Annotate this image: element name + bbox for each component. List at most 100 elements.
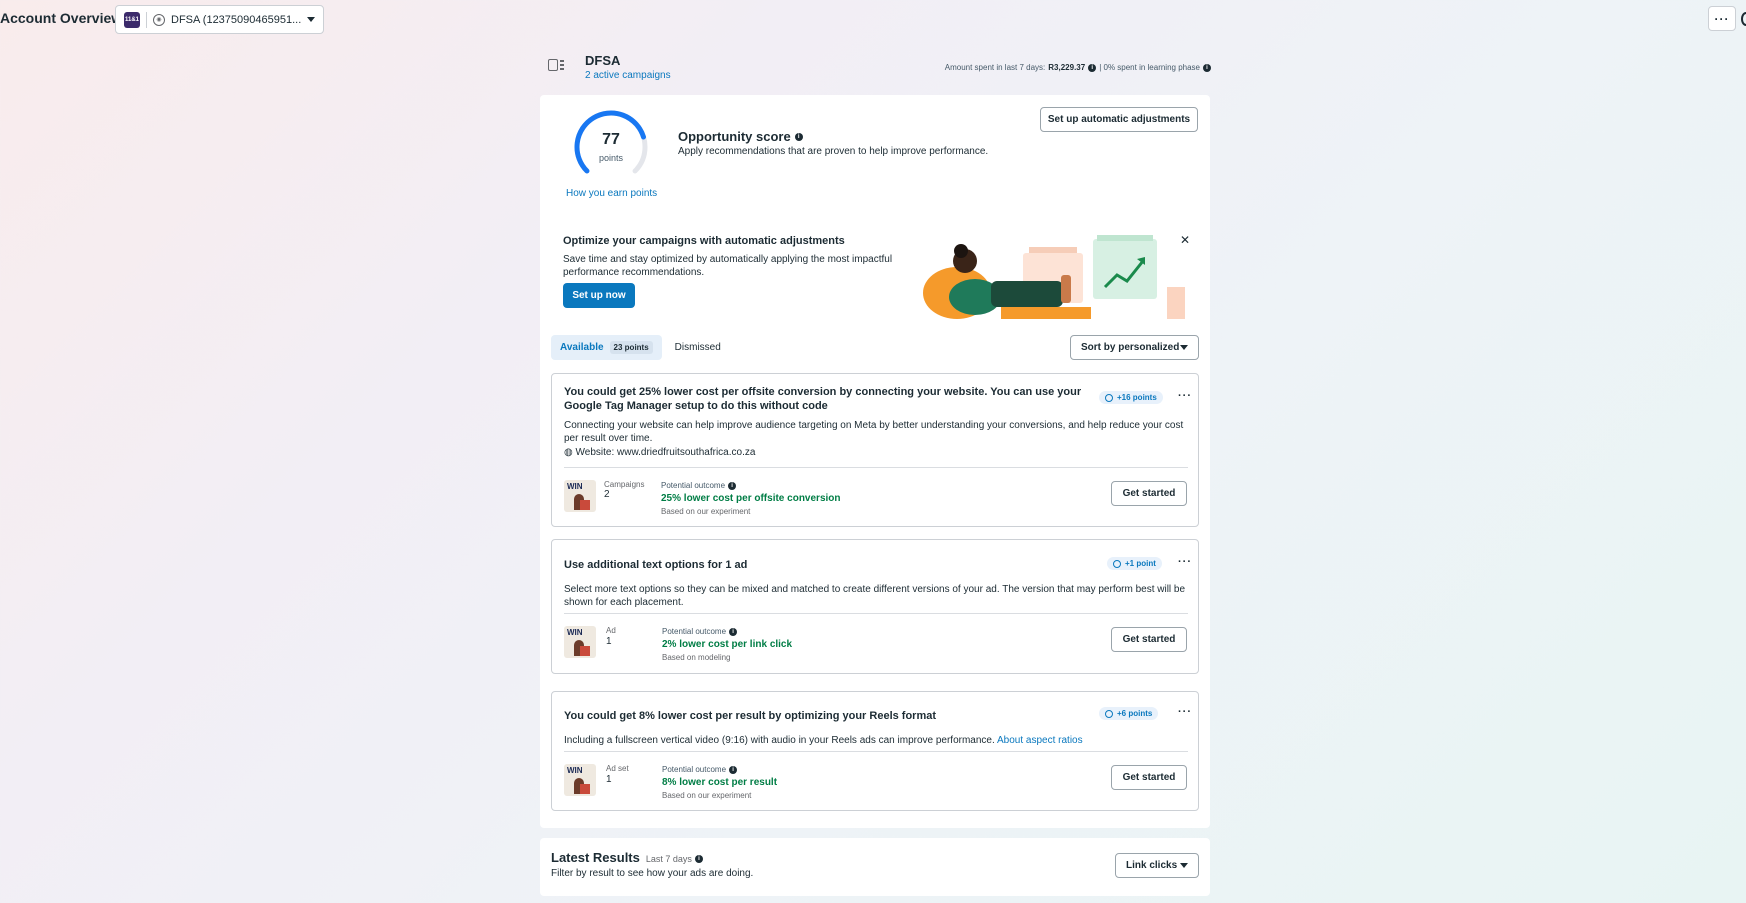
points-icon: [1105, 709, 1113, 718]
active-campaigns-link[interactable]: 2 active campaigns: [585, 70, 671, 81]
chevron-down-icon: [307, 17, 315, 22]
opportunity-score-description: Apply recommendations that are proven to…: [678, 146, 989, 157]
globe-icon: ◍: [564, 447, 573, 458]
results-period-label: Last 7 days: [645, 854, 692, 864]
card-more-options-button[interactable]: ···: [1178, 706, 1192, 718]
recommendation-title: You could get 25% lower cost per offsite…: [564, 386, 1082, 412]
set-up-now-button[interactable]: Set up now: [563, 283, 635, 308]
spend-label: Amount spent in last 7 days:: [944, 63, 1046, 72]
learning-phase-text: | 0% spent in learning phase: [1099, 63, 1200, 72]
ad-thumbnail: WIN: [564, 480, 596, 512]
meta-value: 1: [606, 636, 612, 647]
thumbnail-text: WIN: [567, 628, 583, 637]
divider: [564, 467, 1188, 468]
get-started-button[interactable]: Get started: [1111, 481, 1187, 506]
banner-title: Optimize your campaigns with automatic a…: [563, 235, 845, 247]
outcome-basis: Based on our experiment: [662, 791, 752, 800]
outcome-label: Potential outcome: [662, 765, 727, 774]
opportunity-score-title: Opportunity score i: [678, 129, 803, 144]
ad-thumbnail: WIN: [564, 764, 596, 796]
how-you-earn-points-link[interactable]: How you earn points: [566, 188, 657, 199]
info-icon[interactable]: i: [694, 855, 703, 863]
outcome-label: Potential outcome: [661, 481, 726, 490]
meta-label: Ad set: [606, 764, 629, 773]
potential-outcome-label: Potential outcome i: [661, 481, 737, 490]
info-icon[interactable]: i: [729, 627, 738, 636]
meta-label: Ad: [606, 626, 616, 635]
spend-summary: Amount spent in last 7 days: R3,229.37 i…: [945, 63, 1211, 72]
recommendation-description: Select more text options so they can be …: [564, 584, 1186, 608]
latest-results-panel: Latest Results Last 7 days i Filter by r…: [540, 838, 1210, 896]
recommendation-card: You could get 25% lower cost per offsite…: [551, 373, 1199, 527]
opportunity-score-label: Opportunity score: [678, 129, 791, 144]
more-options-button[interactable]: ···: [1708, 6, 1736, 31]
recommendation-title: Use additional text options for 1 ad: [564, 559, 748, 571]
spend-value: R3,229.37: [1048, 63, 1086, 72]
account-logo: 11&1: [124, 11, 140, 28]
sort-label: Sort by personalized: [1081, 342, 1180, 353]
potential-outcome-value: 2% lower cost per link click: [662, 639, 793, 650]
outcome-basis: Based on our experiment: [661, 507, 751, 516]
meta-value: 2: [604, 489, 610, 500]
card-more-options-button[interactable]: ···: [1178, 556, 1192, 568]
sort-dropdown[interactable]: Sort by personalized: [1070, 335, 1199, 360]
info-icon[interactable]: i: [728, 481, 737, 490]
account-list-icon: [548, 59, 564, 71]
chevron-down-icon: [1180, 863, 1188, 868]
divider: [564, 751, 1188, 752]
tab-dismissed[interactable]: Dismissed: [666, 335, 730, 360]
outcome-basis: Based on modeling: [662, 653, 731, 662]
recommendation-description: Including a fullscreen vertical video (9…: [564, 734, 1188, 747]
potential-outcome-value: 8% lower cost per result: [662, 777, 778, 788]
potential-outcome-value: 25% lower cost per offsite conversion: [661, 493, 841, 504]
tab-available[interactable]: Available 23 points: [551, 335, 662, 360]
set-up-automatic-adjustments-button[interactable]: Set up automatic adjustments: [1040, 107, 1198, 132]
results-period: Last 7 days i: [646, 854, 703, 864]
points-icon: [1113, 559, 1121, 568]
automatic-adjustments-banner: Optimize your campaigns with automatic a…: [551, 221, 1199, 319]
divider: [564, 613, 1188, 614]
divider: [146, 11, 147, 28]
points-badge: +6 points: [1099, 707, 1159, 720]
potential-outcome-label: Potential outcome i: [662, 765, 738, 774]
meta-value: 1: [606, 774, 612, 785]
recommendation-description-text: Including a fullscreen vertical video (9…: [564, 735, 995, 746]
info-icon[interactable]: i: [729, 765, 738, 774]
latest-results-label: Latest Results: [551, 850, 640, 865]
recommendation-tabs: Available 23 points Dismissed: [551, 335, 730, 360]
account-name: DFSA: [585, 53, 621, 68]
result-filter-dropdown[interactable]: Link clicks: [1115, 853, 1199, 878]
top-bar: Account Overview 11&1 ◉ DFSA (1237509046…: [0, 0, 1746, 38]
points-label: +1 point: [1125, 559, 1156, 568]
points-label: +6 points: [1117, 709, 1153, 718]
info-icon[interactable]: i: [1088, 63, 1097, 72]
website-line: ◍ Website: www.driedfruitsouthafrica.co.…: [564, 446, 1188, 459]
tab-available-label: Available: [560, 342, 604, 353]
info-icon[interactable]: i: [794, 132, 803, 141]
get-started-button[interactable]: Get started: [1111, 765, 1187, 790]
info-icon[interactable]: i: [1203, 63, 1211, 72]
recommendations-panel: 77 points How you earn points Opportunit…: [540, 95, 1210, 828]
about-aspect-ratios-link[interactable]: About aspect ratios: [997, 735, 1083, 746]
page-title: Account Overview: [0, 10, 123, 26]
help-icon[interactable]: [1741, 12, 1746, 26]
score-unit: points: [598, 153, 624, 163]
account-selector[interactable]: 11&1 ◉ DFSA (12375090465951...: [115, 5, 324, 34]
recommendation-card: You could get 8% lower cost per result b…: [551, 691, 1199, 811]
points-badge: +1 point: [1107, 557, 1162, 570]
recommendation-description: Connecting your website can help improve…: [564, 420, 1184, 444]
get-started-button[interactable]: Get started: [1111, 627, 1187, 652]
card-more-options-button[interactable]: ···: [1178, 390, 1192, 402]
results-description: Filter by result to see how your ads are…: [551, 868, 754, 879]
recommendation-title: You could get 8% lower cost per result b…: [564, 710, 937, 722]
ad-account-icon: ◉: [153, 13, 165, 26]
account-header: DFSA 2 active campaigns Amount spent in …: [548, 50, 1211, 84]
website-url: Website: www.driedfruitsouthafrica.co.za: [575, 447, 756, 458]
account-selector-label: DFSA (12375090465951...: [171, 13, 301, 26]
outcome-label: Potential outcome: [662, 627, 727, 636]
points-icon: [1105, 393, 1113, 402]
recommendation-card: Use additional text options for 1 ad +1 …: [551, 539, 1199, 674]
points-label: +16 points: [1117, 393, 1157, 402]
relaxing-person-illustration: [923, 235, 1185, 319]
meta-label: Campaigns: [604, 480, 645, 489]
